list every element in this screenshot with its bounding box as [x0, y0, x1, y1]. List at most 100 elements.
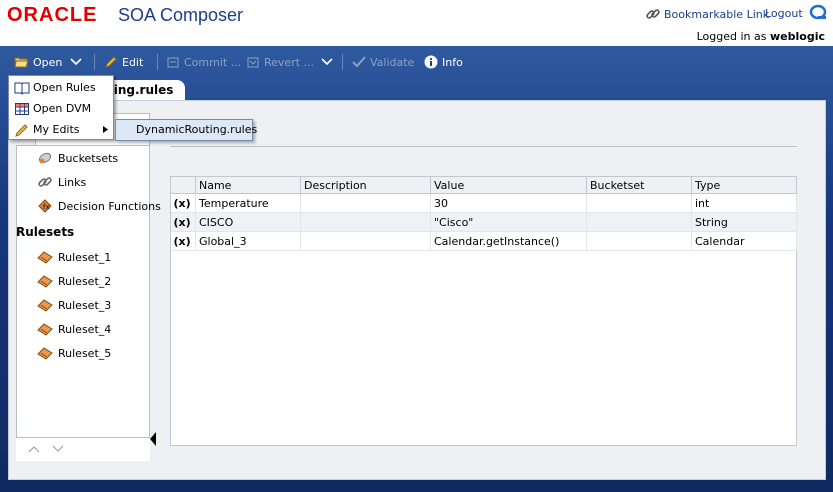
pencil-icon [15, 123, 28, 137]
cell-description[interactable] [300, 212, 431, 232]
decision-function-icon: fx [38, 199, 52, 213]
nav-item-decision-functions[interactable]: fx Decision Functions [37, 198, 161, 214]
table-row[interactable]: (x) Temperature 30 int [170, 193, 797, 213]
commit-icon [167, 57, 179, 68]
ruleset-icon [37, 347, 53, 360]
open-button[interactable]: Open [14, 50, 62, 74]
content-divider [170, 146, 797, 147]
edit-label: Edit [122, 55, 144, 69]
nav-item-label: Ruleset_1 [58, 250, 112, 264]
oracle-logo: ORACLE [7, 4, 98, 26]
ruleset-icon [37, 275, 53, 288]
nav-item-bucketsets[interactable]: Bucketsets [37, 150, 118, 166]
nav-item-ruleset[interactable]: Ruleset_1 [37, 249, 111, 265]
revert-button[interactable]: Revert ... [246, 50, 314, 74]
column-header-icon [170, 176, 196, 194]
ruleset-icon [37, 323, 53, 336]
cell-value[interactable]: "Cisco" [430, 212, 587, 232]
my-edits-submenu-item[interactable]: DynamicRouting.rules [115, 119, 257, 141]
bucketset-icon [38, 152, 52, 164]
menu-item-label: Open DVM [33, 102, 92, 115]
commit-label: Commit ... [184, 55, 242, 69]
column-header[interactable]: Bucketset [586, 176, 692, 194]
nav-item-ruleset[interactable]: Ruleset_5 [37, 345, 111, 361]
toolbar-separator [94, 54, 95, 70]
cell-bucketset[interactable] [586, 193, 692, 213]
table-header-row: Name Description Value Bucketset Type [170, 176, 797, 194]
nav-item-ruleset[interactable]: Ruleset_3 [37, 297, 111, 313]
globals-table: Name Description Value Bucketset Type (x… [170, 176, 797, 251]
menu-item-open-dvm[interactable]: Open DVM [9, 98, 113, 119]
cell-description[interactable] [300, 231, 431, 251]
column-header[interactable]: Value [430, 176, 587, 194]
cell-name[interactable]: Temperature [195, 193, 301, 213]
chevron-down-icon [70, 58, 82, 66]
ruleset-icon [37, 251, 53, 264]
revert-dropdown-button[interactable] [321, 50, 333, 74]
product-title: SOA Composer [118, 5, 244, 25]
cell-value[interactable]: 30 [430, 193, 587, 213]
validate-label: Validate [370, 55, 415, 69]
toolbar-separator [342, 54, 343, 70]
menu-item-label: My Edits [33, 123, 80, 136]
nav-item-label: Links [58, 175, 87, 189]
nav-item-label: Ruleset_5 [58, 346, 112, 360]
nav-item-links[interactable]: Links [37, 174, 86, 190]
chain-link-icon [38, 177, 52, 187]
grid-icon [15, 102, 29, 115]
left-pane-scroll-controls [16, 437, 150, 461]
validate-button[interactable]: Validate [352, 50, 414, 74]
variable-icon: (x) [170, 231, 196, 251]
app-header: ORACLE SOA Composer Bookmarkable Link Lo… [0, 0, 833, 46]
commit-button[interactable]: Commit ... [166, 50, 241, 74]
variable-icon: (x) [170, 212, 196, 232]
cell-type[interactable]: Calendar [691, 231, 797, 251]
checkmark-icon [352, 56, 366, 68]
open-menu: Open Rules Open DVM My Edits [8, 75, 114, 140]
cell-value[interactable]: Calendar.getInstance() [430, 231, 587, 251]
nav-item-label: Ruleset_3 [58, 298, 112, 312]
cell-name[interactable]: CISCO [195, 212, 301, 232]
scroll-up-icon[interactable] [28, 445, 40, 453]
cell-bucketset[interactable] [586, 231, 692, 251]
toolbar: Open Edit Commit ... Revert ... Validate… [0, 50, 833, 74]
logged-in-status: Logged in as weblogic [697, 30, 825, 43]
rulesets-heading: Rulesets [16, 225, 75, 239]
cell-name[interactable]: Global_3 [195, 231, 301, 251]
nav-item-label: Decision Functions [58, 199, 161, 213]
open-dropdown-button[interactable] [70, 50, 82, 74]
oracle-o-icon [809, 4, 827, 20]
menu-item-my-edits[interactable]: My Edits [9, 119, 113, 140]
info-icon [424, 55, 438, 69]
revert-label: Revert ... [264, 55, 315, 69]
nav-item-ruleset[interactable]: Ruleset_2 [37, 273, 111, 289]
column-header[interactable]: Type [691, 176, 797, 194]
info-button[interactable]: Info [424, 50, 463, 74]
bookmarkable-link[interactable]: Bookmarkable Link [645, 6, 769, 22]
submenu-arrow-icon [103, 126, 108, 133]
variable-icon: (x) [170, 193, 196, 213]
scroll-down-icon[interactable] [52, 445, 64, 453]
nav-item-ruleset[interactable]: Ruleset_4 [37, 321, 111, 337]
table-row[interactable]: (x) Global_3 Calendar.getInstance() Cale… [170, 231, 797, 251]
menu-item-label: Open Rules [33, 81, 96, 94]
username: weblogic [770, 30, 825, 43]
logged-in-prefix: Logged in as [696, 30, 767, 43]
cell-description[interactable] [300, 193, 431, 213]
menu-item-open-rules[interactable]: Open Rules [9, 77, 113, 98]
column-header[interactable]: Description [300, 176, 431, 194]
chevron-down-icon [321, 58, 333, 66]
edit-button[interactable]: Edit [104, 50, 143, 74]
table-row[interactable]: (x) CISCO "Cisco" String [170, 212, 797, 232]
nav-item-label: Ruleset_4 [58, 322, 112, 336]
cell-type[interactable]: int [691, 193, 797, 213]
cell-bucketset[interactable] [586, 212, 692, 232]
logout-link[interactable]: Logout [765, 7, 803, 20]
book-icon [14, 82, 30, 95]
column-header[interactable]: Name [195, 176, 301, 194]
nav-item-label: Bucketsets [58, 151, 119, 165]
cell-type[interactable]: String [691, 212, 797, 232]
svg-text:fx: fx [43, 203, 50, 211]
chain-link-icon [646, 9, 660, 19]
info-label: Info [442, 55, 463, 69]
